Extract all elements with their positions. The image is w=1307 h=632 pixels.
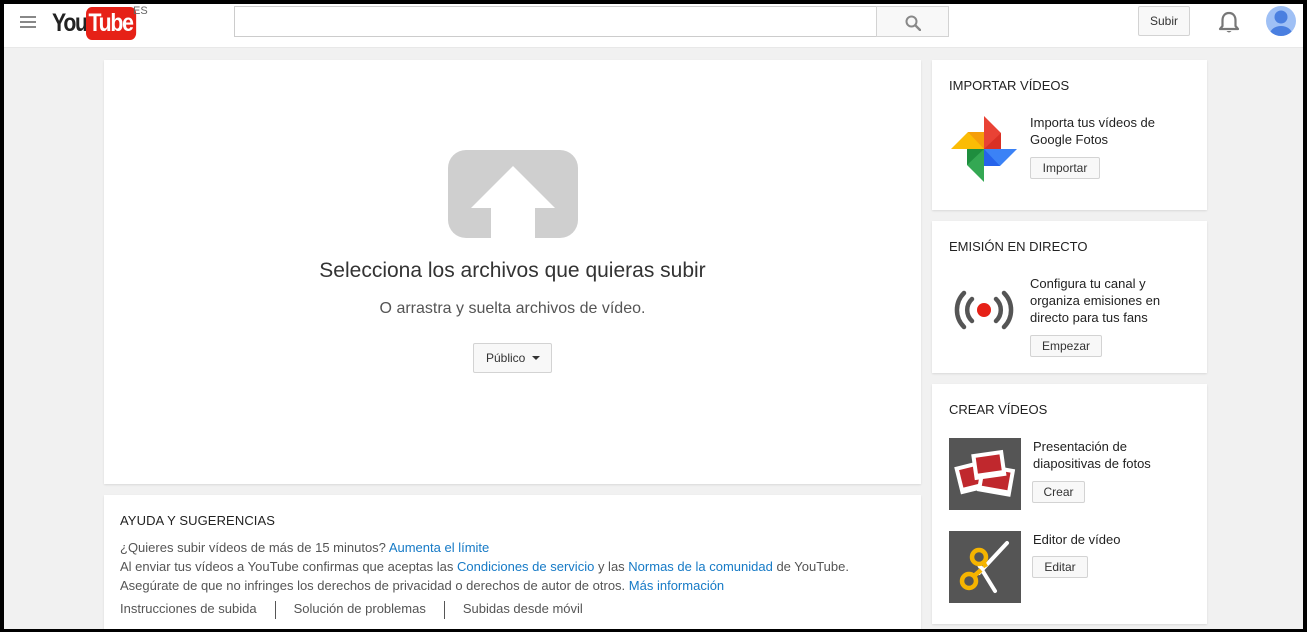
avatar-silhouette-icon [1270, 10, 1292, 36]
help-line-terms: Al enviar tus vídeos a YouTube confirmas… [120, 559, 849, 574]
upload-panel[interactable]: Selecciona los archivos que quieras subi… [104, 60, 921, 484]
page: You Tube ES Subir Selecciona los archivo… [4, 4, 1303, 629]
upload-button[interactable]: Subir [1138, 6, 1190, 36]
community-guidelines-link[interactable]: Normas de la comunidad [628, 559, 773, 574]
video-editor-thumbnail[interactable] [949, 531, 1021, 603]
troubleshooting-link[interactable]: Solución de problemas [294, 601, 426, 619]
live-title: EMISIÓN EN DIRECTO [949, 239, 1088, 254]
logo-tube-text: Tube [86, 6, 137, 40]
drag-drop-hint: O arrastra y suelta archivos de vídeo. [379, 300, 646, 317]
import-button[interactable]: Importar [1030, 157, 1100, 179]
edit-video-button[interactable]: Editar [1032, 556, 1088, 578]
scissors-icon [949, 531, 1021, 603]
editor-description: Editor de vídeo [1033, 532, 1121, 547]
search-input[interactable] [235, 7, 877, 36]
upload-arrow-icon[interactable] [448, 150, 578, 238]
search-icon [905, 15, 921, 31]
terms-of-service-link[interactable]: Condiciones de servicio [457, 559, 594, 574]
country-code: ES [133, 5, 148, 17]
live-description: Configura tu canal y organiza emisiones … [1030, 276, 1161, 325]
create-title: CREAR VÍDEOS [949, 402, 1048, 417]
masthead: You Tube ES Subir [4, 4, 1303, 48]
mobile-uploads-link[interactable]: Subidas desde móvil [463, 601, 583, 619]
privacy-label: Público [486, 351, 526, 365]
live-broadcast-icon [954, 290, 1014, 330]
import-title: IMPORTAR VÍDEOS [949, 78, 1070, 93]
divider [274, 601, 276, 619]
notifications-bell-icon[interactable] [1218, 11, 1240, 35]
limit-question: ¿Quieres subir vídeos de más de 15 minut… [120, 540, 386, 555]
start-live-button[interactable]: Empezar [1030, 335, 1102, 357]
help-title: AYUDA Y SUGERENCIAS [120, 513, 276, 528]
terms-text-b: y las [597, 559, 625, 574]
import-description: Importa tus vídeos de Google Fotos [1030, 115, 1156, 147]
help-line-limit: ¿Quieres subir vídeos de más de 15 minut… [120, 540, 489, 555]
help-panel: AYUDA Y SUGERENCIAS ¿Quieres subir vídeo… [104, 495, 921, 629]
terms-text-a: Al enviar tus vídeos a YouTube confirmas… [120, 559, 454, 574]
more-info-link[interactable]: Más información [629, 578, 724, 593]
select-files-title: Selecciona los archivos que quieras subi… [319, 259, 706, 282]
increase-limit-link[interactable]: Aumenta el límite [389, 540, 489, 555]
live-streaming-panel: EMISIÓN EN DIRECTO Configura tu canal y … [932, 221, 1207, 373]
photo-slideshow-icon [949, 438, 1021, 510]
slideshow-description: Presentación de diapositivas de fotos [1033, 439, 1151, 471]
help-links: Instrucciones de subida Solución de prob… [120, 601, 583, 619]
slideshow-thumbnail[interactable] [949, 438, 1021, 510]
import-videos-panel: IMPORTAR VÍDEOS Importa tus vídeos de Go… [932, 60, 1207, 210]
create-slideshow-button[interactable]: Crear [1032, 481, 1085, 503]
logo-you-text: You [52, 8, 88, 37]
divider [443, 601, 445, 619]
help-line-rights: Asegúrate de que no infringes los derech… [120, 578, 724, 593]
hamburger-menu-icon[interactable] [20, 16, 36, 32]
user-avatar[interactable] [1266, 6, 1296, 36]
rights-text: Asegúrate de que no infringes los derech… [120, 578, 626, 593]
youtube-logo[interactable]: You Tube [52, 6, 145, 40]
google-photos-pinwheel-icon [951, 116, 1017, 182]
terms-text-c: de YouTube. [776, 559, 849, 574]
privacy-dropdown[interactable]: Público [473, 343, 552, 373]
create-videos-panel: CREAR VÍDEOS Presentación de diapositiva… [932, 384, 1207, 624]
search-box[interactable] [234, 6, 877, 37]
upload-instructions-link[interactable]: Instrucciones de subida [120, 601, 257, 619]
chevron-down-icon [532, 356, 540, 360]
search-button[interactable] [876, 6, 949, 37]
